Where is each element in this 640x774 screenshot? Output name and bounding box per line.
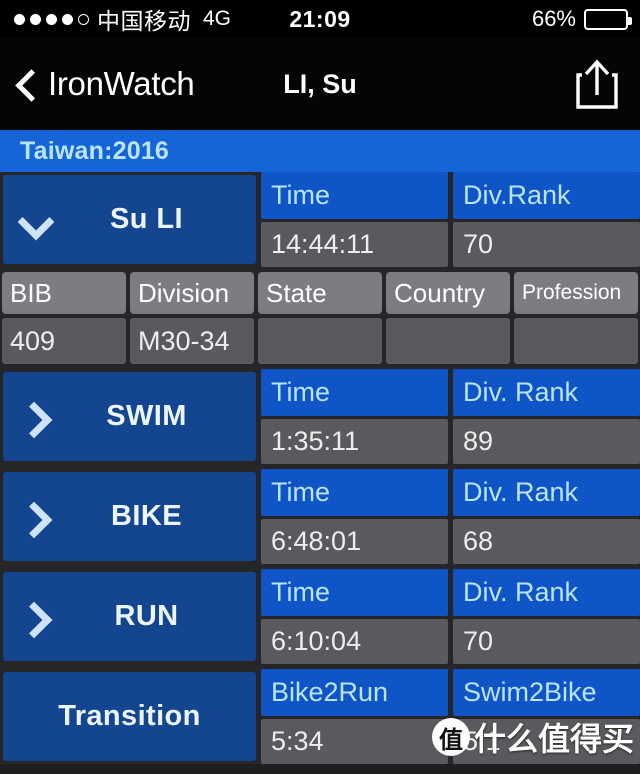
back-button-label: IronWatch — [48, 65, 195, 102]
detail-header-country: Country — [386, 272, 510, 314]
swim-divrank-column: Div. Rank 89 — [453, 369, 640, 464]
swim-divrank-header: Div. Rank — [453, 369, 640, 416]
status-bar: 中国移动 4G 21:09 66% — [0, 0, 640, 38]
detail-value-row: 409 M30-34 — [0, 314, 640, 364]
detail-value-state — [258, 318, 382, 364]
detail-value-division: M30-34 — [130, 318, 254, 364]
race-header-bar[interactable]: Taiwan:2016 — [0, 130, 640, 172]
chevron-right-icon — [17, 500, 51, 534]
detail-value-country — [386, 318, 510, 364]
swim-time-header: Time — [261, 369, 448, 416]
athlete-time-column: Time 14:44:11 — [261, 172, 448, 267]
bike-divrank-column: Div. Rank 68 — [453, 469, 640, 564]
segment-panel-bike[interactable]: BIKE — [3, 472, 256, 561]
transition-row[interactable]: Transition Bike2Run 5:34 Swim2Bike 5:1 — [0, 669, 640, 764]
bike-time-value: 6:48:01 — [261, 519, 448, 564]
swim-divrank-value: 89 — [453, 419, 640, 464]
share-button[interactable] — [574, 57, 640, 111]
detail-header-division: Division — [130, 272, 254, 314]
swim2bike-header: Swim2Bike — [453, 669, 640, 716]
run-time-header: Time — [261, 569, 448, 616]
run-time-value: 6:10:04 — [261, 619, 448, 664]
athlete-divrank-header: Div.Rank — [453, 172, 640, 219]
athlete-name-panel[interactable]: Su LI — [3, 175, 256, 264]
chevron-right-icon — [17, 600, 51, 634]
detail-header-state: State — [258, 272, 382, 314]
swim-time-column: Time 1:35:11 — [261, 369, 448, 464]
swim-time-value: 1:35:11 — [261, 419, 448, 464]
run-divrank-header: Div. Rank — [453, 569, 640, 616]
detail-value-bib: 409 — [2, 318, 126, 364]
battery-icon — [584, 8, 632, 30]
segment-panel-swim[interactable]: SWIM — [3, 372, 256, 461]
race-header-label: Taiwan:2016 — [20, 136, 170, 165]
detail-value-profession — [514, 318, 638, 364]
bike-divrank-value: 68 — [453, 519, 640, 564]
run-time-column: Time 6:10:04 — [261, 569, 448, 664]
results-list: Su LI Time 14:44:11 Div.Rank 70 BIB Divi… — [0, 172, 640, 764]
bike-time-header: Time — [261, 469, 448, 516]
athlete-divrank-value: 70 — [453, 222, 640, 267]
bike-divrank-header: Div. Rank — [453, 469, 640, 516]
swim2bike-column: Swim2Bike 5:1 — [453, 669, 640, 764]
back-button[interactable]: IronWatch — [0, 65, 195, 103]
navigation-bar: IronWatch LI, Su — [0, 38, 640, 130]
chevron-left-icon — [14, 72, 38, 96]
segment-row-swim[interactable]: SWIM Time 1:35:11 Div. Rank 89 — [0, 369, 640, 464]
clock-label: 21:09 — [289, 5, 351, 32]
athlete-time-value: 14:44:11 — [261, 222, 448, 267]
segment-row-bike[interactable]: BIKE Time 6:48:01 Div. Rank 68 — [0, 469, 640, 564]
chevron-down-icon — [17, 203, 51, 237]
run-divrank-column: Div. Rank 70 — [453, 569, 640, 664]
bike2run-column: Bike2Run 5:34 — [261, 669, 448, 764]
segment-row-run[interactable]: RUN Time 6:10:04 Div. Rank 70 — [0, 569, 640, 664]
detail-header-row: BIB Division State Country Profession — [0, 272, 640, 314]
swim2bike-value: 5:1 — [453, 719, 640, 764]
athlete-summary-row[interactable]: Su LI Time 14:44:11 Div.Rank 70 — [0, 172, 640, 267]
transition-label: Transition — [58, 700, 201, 732]
bike-time-column: Time 6:48:01 — [261, 469, 448, 564]
segment-panel-run[interactable]: RUN — [3, 572, 256, 661]
transition-panel[interactable]: Transition — [3, 672, 256, 761]
phone-screen: 中国移动 4G 21:09 66% IronWatch LI, Su Taiwa… — [0, 0, 640, 774]
share-icon — [574, 57, 620, 111]
detail-header-bib: BIB — [2, 272, 126, 314]
detail-header-profession: Profession — [514, 272, 638, 314]
chevron-right-icon — [17, 400, 51, 434]
bike2run-value: 5:34 — [261, 719, 448, 764]
athlete-time-header: Time — [261, 172, 448, 219]
bike2run-header: Bike2Run — [261, 669, 448, 716]
athlete-detail-table: BIB Division State Country Profession 40… — [0, 272, 640, 364]
run-divrank-value: 70 — [453, 619, 640, 664]
athlete-divrank-column: Div.Rank 70 — [453, 172, 640, 267]
